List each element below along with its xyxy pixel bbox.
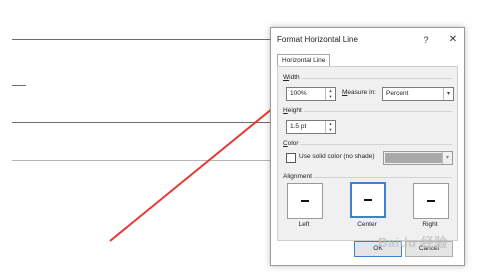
align-center-label: Center xyxy=(357,221,377,228)
color-swatch xyxy=(385,153,442,163)
horizontal-line-panel: Width 100% ▲ ▼ Measure in: Percent ▾ Hei… xyxy=(277,66,458,241)
dialog-titlebar: Format Horizontal Line ? ✕ xyxy=(271,28,464,50)
width-label: Width xyxy=(283,74,300,81)
align-left-line-icon xyxy=(301,200,309,202)
dialog-title: Format Horizontal Line xyxy=(277,35,358,44)
baidu-watermark: Baidu 经验 xyxy=(378,235,448,250)
align-right-line-icon xyxy=(427,200,435,202)
measure-in-select[interactable]: Percent ▾ xyxy=(382,87,454,101)
height-label: Height xyxy=(283,107,302,114)
color-picker[interactable]: ▾ xyxy=(383,151,453,165)
chevron-down-icon[interactable]: ▾ xyxy=(443,88,453,100)
width-spinner[interactable]: 100% ▲ ▼ xyxy=(286,87,336,101)
align-center-button[interactable] xyxy=(350,182,386,218)
measure-in-value: Percent xyxy=(386,90,409,97)
width-spinner-arrows: ▲ ▼ xyxy=(325,88,335,100)
align-right-label: Right xyxy=(422,221,438,228)
align-left-label: Left xyxy=(298,221,310,228)
height-value[interactable]: 1.5 pt xyxy=(290,122,306,132)
help-icon[interactable]: ? xyxy=(420,34,432,46)
height-separator xyxy=(304,111,452,112)
height-spinner[interactable]: 1.5 pt ▲ ▼ xyxy=(286,120,336,134)
height-decrement-icon[interactable]: ▼ xyxy=(326,127,335,133)
align-right-button[interactable] xyxy=(413,183,449,219)
width-separator xyxy=(302,78,452,79)
use-solid-color-checkbox[interactable] xyxy=(286,153,296,163)
use-solid-color-label[interactable]: Use solid color (no shade) xyxy=(299,153,375,160)
width-decrement-icon[interactable]: ▼ xyxy=(326,94,335,100)
align-center-line-icon xyxy=(364,199,372,201)
width-value[interactable]: 100% xyxy=(290,89,307,99)
alignment-label: Alignment xyxy=(283,173,312,180)
close-icon[interactable]: ✕ xyxy=(447,34,459,46)
height-spinner-arrows: ▲ ▼ xyxy=(325,121,335,133)
format-horizontal-line-dialog: Format Horizontal Line ? ✕ Horizontal Li… xyxy=(270,27,465,266)
align-left-button[interactable] xyxy=(287,183,323,219)
chevron-down-icon[interactable]: ▾ xyxy=(442,152,452,164)
measure-in-label: Measure in: xyxy=(342,89,376,96)
color-separator xyxy=(300,144,452,145)
alignment-separator xyxy=(313,177,452,178)
color-label: Color xyxy=(283,140,299,147)
